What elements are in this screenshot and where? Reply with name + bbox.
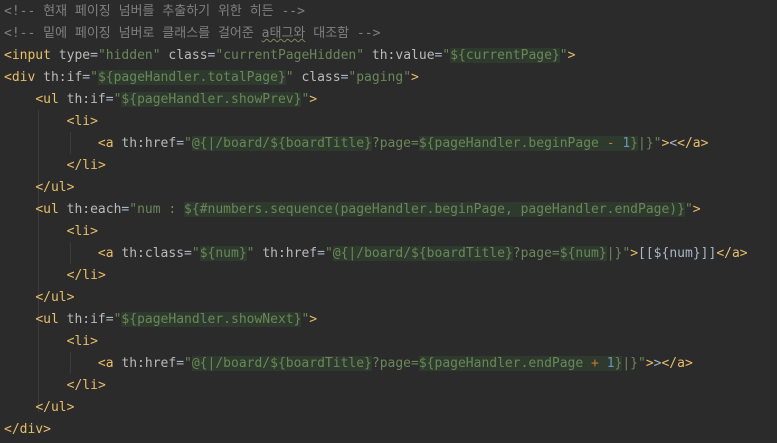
code-line[interactable]: <input type="hidden" class="currentPageH… <box>0 45 575 67</box>
code-line[interactable]: </li> <box>0 155 106 177</box>
code-line[interactable]: <ul th:if="${pageHandler.showPrev}"> <box>0 89 317 111</box>
code-line[interactable]: </li> <box>0 265 106 287</box>
code-line[interactable]: <a th:href="@{|/board/${boardTitle}?page… <box>0 353 693 375</box>
code-line[interactable]: </div> <box>0 419 51 441</box>
code-line[interactable]: <!-- 현재 페이징 넘버를 추출하기 위한 히든 --> <box>0 1 305 23</box>
code-line[interactable]: <ul th:if="${pageHandler.showNext}"> <box>0 309 317 331</box>
code-line[interactable]: <a th:class="${num}" th:href="@{|/board/… <box>0 243 748 265</box>
code-editor[interactable]: <!-- 현재 페이징 넘버를 추출하기 위한 히든 --> <!-- 밑에 페이… <box>0 0 777 443</box>
code-line[interactable]: <li> <box>0 221 98 243</box>
code-line[interactable]: </ul> <box>0 397 74 419</box>
code-line[interactable]: <a th:href="@{|/board/${boardTitle}?page… <box>0 133 708 155</box>
code-line[interactable]: <div th:if="${pageHandler.totalPage}" cl… <box>0 67 419 89</box>
code-line[interactable]: <li> <box>0 331 98 353</box>
code-line[interactable]: </ul> <box>0 287 74 309</box>
code-line[interactable]: </li> <box>0 375 106 397</box>
code-line[interactable]: <li> <box>0 111 98 133</box>
code-line[interactable]: <ul th:each="num : ${#numbers.sequence(p… <box>0 199 701 221</box>
code-line[interactable]: </ul> <box>0 177 74 199</box>
code-line[interactable]: <!-- 밑에 페이징 넘버로 클래스를 걸어준 a태그와 대조함 --> <box>0 23 380 45</box>
